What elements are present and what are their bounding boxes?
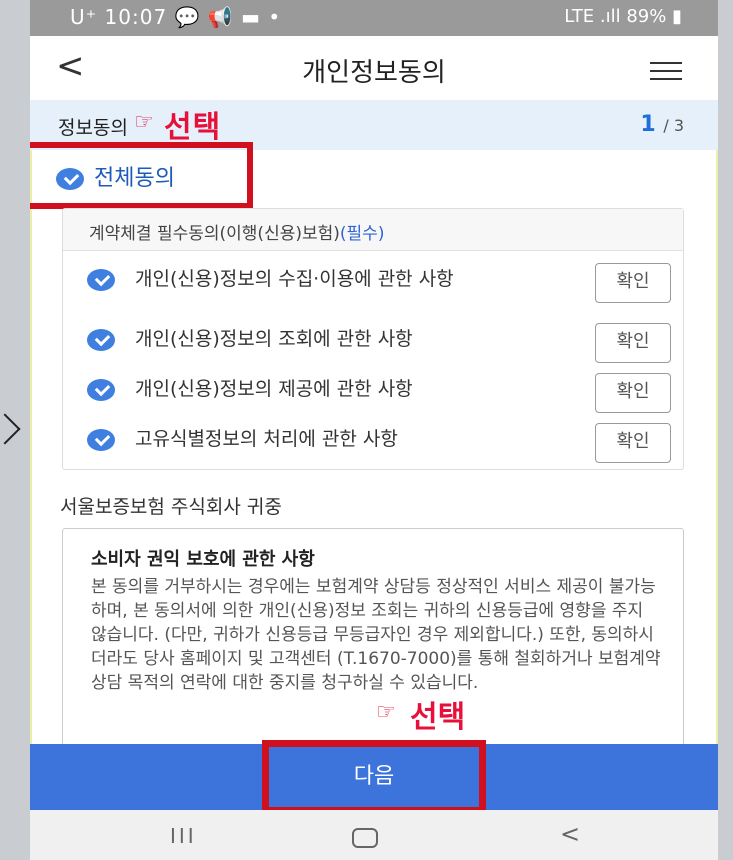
addressee-text: 서울보증보험 주식회사 귀중 (60, 496, 282, 518)
confirm-button[interactable]: 확인 (595, 263, 671, 303)
required-consent-card: 계약체결 필수동의(이행(신용)보험)(필수) 개인(신용)정보의 수집·이용에… (62, 208, 684, 470)
highlight-box-agree-all (30, 142, 253, 209)
status-right: LTE .ıll 89% ▮ (564, 6, 682, 27)
confirm-button[interactable]: 확인 (595, 373, 671, 413)
top-bar: < 개인정보동의 (30, 36, 718, 100)
check-icon (87, 329, 115, 351)
step-label: 정보동의 (58, 117, 128, 139)
pointing-hand-icon: ☞ (134, 110, 154, 135)
consent-item-label: 개인(신용)정보의 조회에 관한 사항 (135, 328, 413, 350)
notice-title: 소비자 권익 보호에 관한 사항 (91, 549, 315, 570)
nav-back-icon[interactable]: < (560, 820, 580, 848)
consent-item-label: 개인(신용)정보의 수집·이용에 관한 사항 (135, 268, 454, 290)
step-counter: 1 / 3 (640, 112, 684, 137)
page-title: 개인정보동의 (302, 58, 446, 88)
home-icon[interactable] (352, 828, 378, 848)
hamburger-menu-icon[interactable] (650, 62, 682, 86)
select-annotation: 선택 (410, 700, 466, 735)
confirm-button[interactable]: 확인 (595, 423, 671, 463)
notice-card[interactable]: 소비자 권익 보호에 관한 사항 본 동의를 거부하시는 경우에는 보험계약 상… (62, 528, 684, 750)
confirm-button[interactable]: 확인 (595, 323, 671, 363)
check-icon (87, 429, 115, 451)
status-left: U⁺ 10:07 💬 📢 ▬ • (70, 5, 282, 29)
select-annotation: 선택 (164, 110, 222, 145)
required-section-title: 계약체결 필수동의(이행(신용)보험)(필수) (63, 209, 683, 251)
recents-icon[interactable]: III (170, 824, 197, 848)
check-icon (87, 379, 115, 401)
highlight-box-next (262, 740, 486, 814)
consent-item-label: 고유식별정보의 처리에 관한 사항 (135, 428, 398, 450)
consent-item-label: 개인(신용)정보의 제공에 관한 사항 (135, 378, 413, 400)
status-bar: U⁺ 10:07 💬 📢 ▬ • LTE .ıll 89% ▮ (30, 0, 718, 36)
notice-body: 본 동의를 거부하시는 경우에는 보험계약 상담등 정상적인 서비스 제공이 불… (91, 577, 661, 693)
phone-screen: U⁺ 10:07 💬 📢 ▬ • LTE .ıll 89% ▮ < 개인정보동의… (30, 0, 718, 860)
check-icon (87, 269, 115, 291)
side-chevron-icon (0, 413, 21, 445)
android-nav-bar: III < (30, 810, 718, 860)
pointing-hand-icon: ☞ (376, 700, 396, 725)
